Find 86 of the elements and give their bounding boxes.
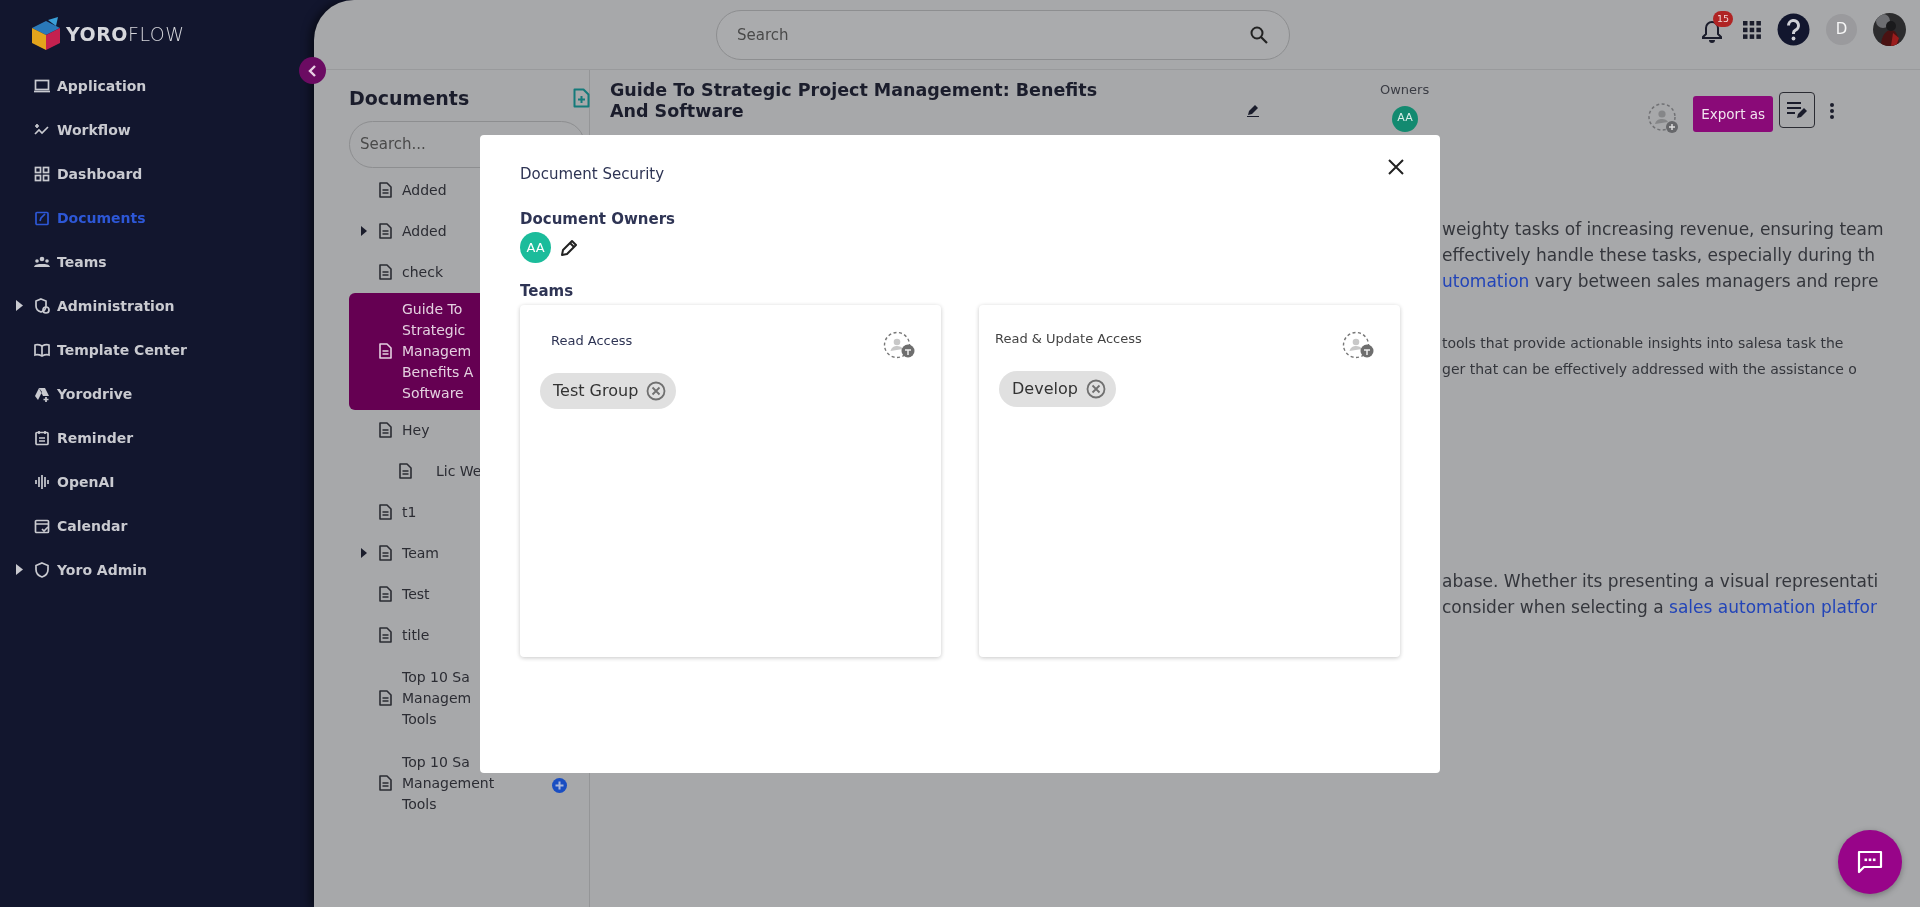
search-field[interactable]: Search... xyxy=(349,120,585,168)
tree-item[interactable]: Team xyxy=(349,532,590,574)
grid-icon xyxy=(34,166,50,182)
pencil-icon[interactable] xyxy=(559,237,579,258)
tree-item[interactable]: Hey xyxy=(349,409,590,451)
sound-wave-icon xyxy=(34,474,50,490)
chat-icon xyxy=(1857,850,1883,874)
paragraph-text: tools that provide actionable insights into salesa task the xyxy=(1442,334,1845,353)
sidebar-item[interactable]: Administration xyxy=(0,284,314,328)
search-field[interactable]: Search xyxy=(716,10,1290,60)
document-icon xyxy=(379,343,392,359)
document-icon xyxy=(379,627,392,643)
link[interactable]: utomation xyxy=(1442,271,1530,291)
calendar-icon xyxy=(34,518,50,534)
app-logo: YOROFLOW xyxy=(66,21,185,47)
paragraph-text: utomation vary between sales managers and repre xyxy=(1442,270,1880,293)
section-heading: Document Owners xyxy=(520,208,676,230)
search-icon[interactable] xyxy=(1250,26,1268,44)
owner-avatar[interactable]: AA xyxy=(1392,105,1418,132)
sidebar-item[interactable]: Dashboard xyxy=(0,152,314,196)
notes-edit-icon xyxy=(1786,100,1809,120)
shield-icon xyxy=(34,562,50,578)
document-icon xyxy=(379,182,392,198)
sidebar-item[interactable]: Reminder xyxy=(0,416,314,460)
close-icon[interactable] xyxy=(1388,159,1404,175)
add-icon[interactable] xyxy=(552,778,567,793)
help-icon[interactable] xyxy=(1777,13,1810,46)
notepad-icon xyxy=(34,430,50,446)
edit-icon[interactable] xyxy=(1246,103,1260,117)
remove-icon[interactable] xyxy=(1085,378,1106,399)
paragraph-text: effectively handle these tasks, especially during th xyxy=(1442,244,1877,267)
caret-icon[interactable] xyxy=(361,548,367,558)
team-chip: Test Group xyxy=(540,372,677,409)
people-icon xyxy=(34,254,50,270)
panel-title: Documents xyxy=(349,86,470,111)
collapse-button[interactable] xyxy=(299,57,326,84)
sidebar-item[interactable]: Yoro Admin xyxy=(0,548,314,592)
clipboard-icon xyxy=(34,210,50,226)
tree-item[interactable]: title xyxy=(349,614,590,656)
monitor-icon xyxy=(34,78,50,94)
sidebar-item[interactable]: Teams xyxy=(0,240,314,284)
document-icon xyxy=(379,690,392,706)
caret-icon[interactable] xyxy=(361,226,367,236)
add-team-icon[interactable] xyxy=(1342,330,1376,361)
sidebar-item[interactable]: Yorodrive xyxy=(0,372,314,416)
tree-item[interactable]: Lic We xyxy=(349,450,590,492)
sidebar-item[interactable]: Workflow xyxy=(0,108,314,152)
document-icon xyxy=(379,264,392,280)
document-icon xyxy=(379,586,392,602)
document-icon xyxy=(379,422,392,438)
paragraph-text: consider when selecting a sales automation platfor xyxy=(1442,596,1878,619)
apps-grid-icon[interactable] xyxy=(1743,20,1761,39)
sidebar-item[interactable]: Template Center xyxy=(0,328,314,372)
team-chip: Develop xyxy=(999,370,1116,407)
paragraph-text: ger that can be effectively addressed with the assistance o xyxy=(1442,360,1858,379)
paragraph-text: abase. Whether its presenting a visual representati xyxy=(1442,570,1880,593)
add-team-icon[interactable] xyxy=(883,330,917,361)
caret-icon[interactable] xyxy=(16,564,23,575)
book-icon xyxy=(34,342,50,358)
caret-icon[interactable] xyxy=(16,300,23,311)
logo-icon xyxy=(30,16,62,52)
link[interactable]: sales automation platfor xyxy=(1669,597,1877,617)
shield-icon xyxy=(34,298,50,314)
document-title: Guide To Strategic Project Management: Benefits And Software xyxy=(610,80,1099,122)
notification-count: 15 xyxy=(1713,10,1734,27)
document-icon xyxy=(379,775,392,791)
document-icon xyxy=(379,545,392,561)
document-icon xyxy=(399,463,412,479)
notes-button[interactable] xyxy=(1779,92,1816,128)
sidebar-item[interactable]: OpenAI xyxy=(0,460,314,504)
export-button[interactable]: Export as xyxy=(1693,96,1774,133)
paragraph-text: weighty tasks of increasing revenue, ensuring team xyxy=(1442,218,1885,241)
drive-icon xyxy=(34,386,50,402)
remove-icon[interactable] xyxy=(646,380,667,401)
document-icon xyxy=(379,504,392,520)
owners-label: Owners xyxy=(1380,81,1430,99)
more-icon[interactable] xyxy=(1829,102,1836,120)
document-icon xyxy=(379,223,392,239)
card-title: Read & Update Access xyxy=(995,329,1142,348)
chat-button[interactable] xyxy=(1838,830,1902,894)
tree-item[interactable]: t1 xyxy=(349,491,590,533)
tree-item[interactable]: Top 10 Sa Management Tools xyxy=(349,740,590,826)
tree-item[interactable]: Top 10 Sa Managem Tools xyxy=(349,655,590,741)
sidebar-item[interactable]: Calendar xyxy=(0,504,314,548)
tree-item[interactable]: Test xyxy=(349,573,590,615)
chevron-left-icon xyxy=(307,64,318,77)
